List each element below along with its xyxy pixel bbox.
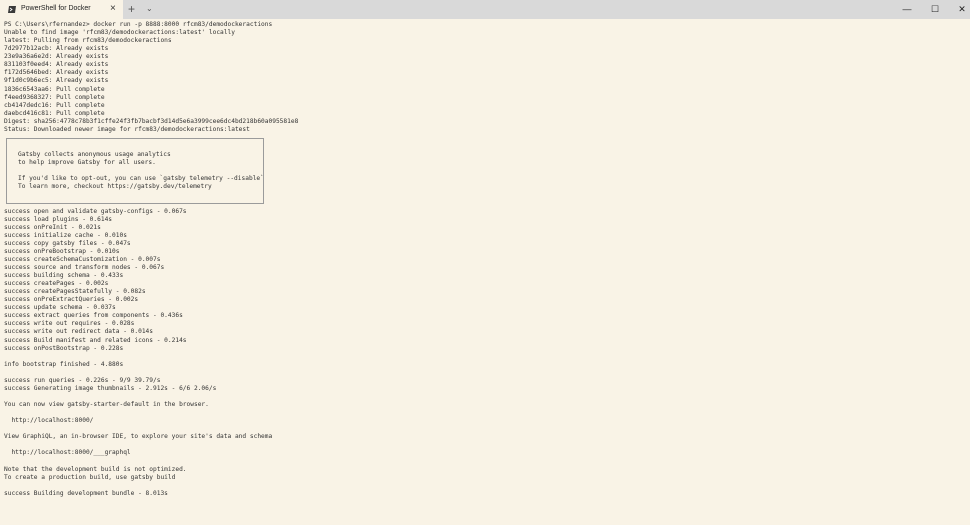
minimize-button[interactable]: — [897,2,917,16]
terminal-line: latest: Pulling from rfcm83/demodockerac… [4,37,172,45]
notice-line: to help improve Gatsby for all users. [18,159,156,167]
terminal-line: success copy gatsby files - 0.047s [4,239,131,247]
terminal-line: 831103f0eed4: Already exists [4,61,109,69]
terminal-line: success load plugins - 0.614s [4,215,113,223]
terminal-line: 9f1d0c9b6ec5: Already exists [4,77,109,85]
notice-line: Gatsby collects anonymous usage analytic… [18,151,171,158]
terminal-line: success createSchemaCustomization - 0.00… [4,255,161,263]
chevron-down-icon[interactable]: ⌄ [146,4,153,13]
tab-powershell[interactable]: PowerShell for Docker × [0,0,123,19]
terminal-line: success Generating image thumbnails - 2.… [4,384,217,392]
terminal-line: success building schema - 0.433s [4,272,124,279]
terminal-line: You can now view gatsby-starter-default … [4,401,209,408]
terminal-line: success extract queries from components … [4,312,183,320]
tab-title: PowerShell for Docker [21,5,91,12]
terminal-line: 1836c6543aa6: Pull complete [4,85,105,93]
terminal-line: Status: Downloaded newer image for rfcm8… [4,125,250,133]
terminal-line: Note that the development build is not o… [4,465,187,473]
terminal-line: success Building development bundle - 8.… [4,489,168,497]
new-tab-button[interactable]: + [128,2,135,16]
terminal-line: Digest: sha256:4778c78b3f1cffe24f3fb7bac… [4,117,299,125]
notice-line: If you'd like to opt-out, you can use `g… [18,175,264,183]
terminal-line: cb4147dedc16: Pull complete [4,101,105,109]
terminal-line: success source and transform nodes - 0.0… [4,263,165,271]
terminal-line: success onPostBootstrap - 0.228s [4,344,124,352]
terminal-line: Unable to find image 'rfcm83/demodockera… [4,29,235,37]
terminal-line: 7d2977b12acb: Already exists [4,45,109,53]
maximize-button[interactable]: ☐ [925,2,945,16]
terminal-line: success open and validate gatsby-configs… [4,207,187,215]
terminal-line: success write out redirect data - 0.014s [4,328,154,336]
terminal-line: success write out requires - 0.028s [4,320,135,328]
terminal-line: http://localhost:8000/ [4,417,94,425]
terminal-line: daebcd416c81: Pull complete [4,109,105,117]
terminal-line: success run queries - 0.226s - 9/9 39.79… [4,376,161,384]
close-window-button[interactable]: ✕ [952,2,970,16]
terminal-line: success update schema - 0.037s [4,304,116,312]
notice-line: To learn more, checkout https://gatsby.d… [18,183,212,191]
telemetry-notice-box: Gatsby collects anonymous usage analytic… [6,138,264,204]
terminal-line: success onPreExtractQueries - 0.002s [4,296,139,304]
terminal-output-bottom[interactable]: success open and validate gatsby-configs… [4,208,964,498]
terminal-line: http://localhost:8000/___graphql [4,449,131,457]
title-bar: PowerShell for Docker × + ⌄ — ☐ ✕ [0,0,970,19]
terminal-line: PS C:\Users\rfernandez> docker run -p 88… [4,21,273,28]
powershell-icon [8,6,16,13]
terminal-line: success createPages - 0.002s [4,280,109,288]
terminal-line: f172d5646bed: Already exists [4,69,109,77]
terminal-output-top[interactable]: PS C:\Users\rfernandez> docker run -p 88… [4,21,964,134]
terminal-line: success initialize cache - 0.010s [4,231,127,239]
terminal-line: 23e9a36a6e2d: Already exists [4,53,109,61]
terminal-line: To create a production build, use gatsby… [4,473,176,481]
terminal-line: success onPreBootstrap - 0.010s [4,247,120,255]
terminal-line: success createPagesStatefully - 0.082s [4,288,146,296]
terminal-line: success onPreInit - 0.021s [4,223,101,231]
close-tab-icon[interactable]: × [110,3,116,15]
terminal-line: info bootstrap finished - 4.880s [4,360,124,368]
terminal-line: success Build manifest and related icons… [4,336,187,344]
terminal-line: View GraphiQL, an in-browser IDE, to exp… [4,433,273,441]
terminal-line: f4eed9368327: Pull complete [4,93,105,101]
